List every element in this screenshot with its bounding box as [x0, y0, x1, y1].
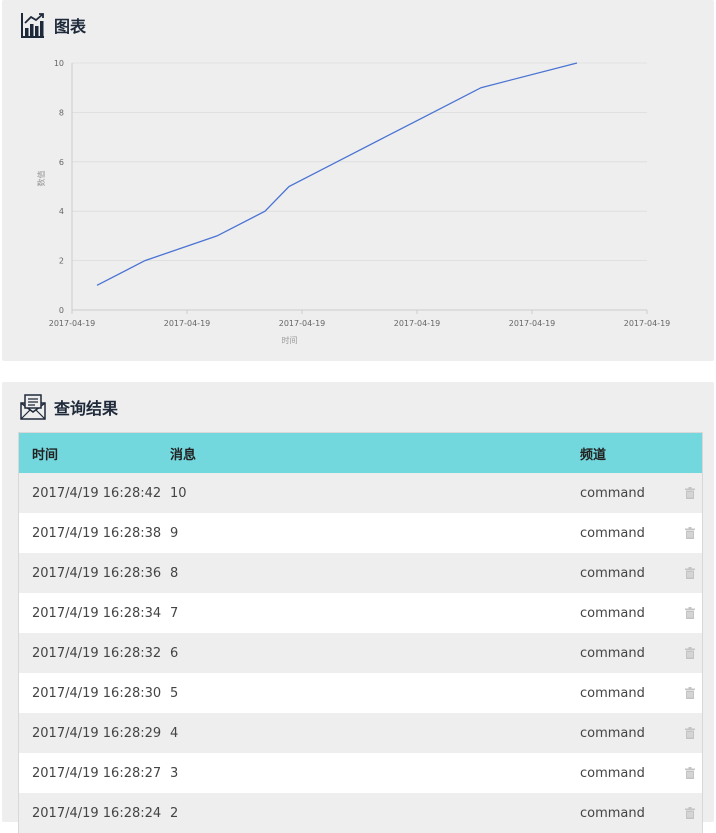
row-message: 3	[170, 765, 179, 781]
table-row: 2017/4/19 16:28:36 8 command	[19, 553, 702, 593]
row-message: 4	[170, 725, 179, 741]
delete-button[interactable]	[680, 527, 700, 539]
row-channel: command	[580, 565, 645, 581]
y-tick-label: 6	[59, 158, 64, 167]
delete-button[interactable]	[680, 487, 700, 499]
row-time: 2017/4/19 16:28:30	[32, 685, 162, 701]
line-chart: 0 2 4 6 8 10 2017-04-19 2017-04-19 2017-04-19 201…	[36, 59, 671, 345]
trash-icon	[685, 647, 695, 659]
x-tick-label: 2017-04-19	[49, 319, 96, 328]
trash-icon	[685, 807, 695, 819]
row-message: 8	[170, 565, 179, 581]
row-message: 6	[170, 645, 179, 661]
series-line	[96, 62, 578, 286]
table-row: 2017/4/19 16:28:24 2 command	[19, 793, 702, 833]
delete-button[interactable]	[680, 607, 700, 619]
row-channel: command	[580, 805, 645, 821]
delete-button[interactable]	[680, 647, 700, 659]
row-channel: command	[580, 645, 645, 661]
row-time: 2017/4/19 16:28:36	[32, 565, 162, 581]
row-time: 2017/4/19 16:28:38	[32, 525, 162, 541]
table-body: 2017/4/19 16:28:42 10 command 2017/4/19 16:…	[19, 473, 702, 833]
table-row: 2017/4/19 16:28:29 4 command	[19, 713, 702, 753]
delete-button[interactable]	[680, 727, 700, 739]
row-channel: command	[580, 525, 645, 541]
delete-button[interactable]	[680, 687, 700, 699]
trash-icon	[685, 687, 695, 699]
result-table: 时间 消息 频道 2017/4/19 16:28:42 10 command 2017…	[18, 432, 703, 833]
row-message: 7	[170, 605, 179, 621]
row-channel: command	[580, 685, 645, 701]
y-tick-label: 2	[59, 257, 64, 266]
row-channel: command	[580, 765, 645, 781]
x-tick-label: 2017-04-19	[624, 319, 671, 328]
row-time: 2017/4/19 16:28:27	[32, 765, 162, 781]
row-time: 2017/4/19 16:28:29	[32, 725, 162, 741]
x-tick-label: 2017-04-19	[279, 319, 326, 328]
row-time: 2017/4/19 16:28:42	[32, 485, 162, 501]
row-time: 2017/4/19 16:28:32	[32, 645, 162, 661]
result-panel: 查询结果 时间 消息 频道 2017/4/19 16:28:42 10 comman…	[2, 382, 714, 833]
row-message: 5	[170, 685, 179, 701]
y-tick-label: 10	[54, 59, 64, 68]
trash-icon	[685, 767, 695, 779]
row-channel: command	[580, 485, 645, 501]
table-row: 2017/4/19 16:28:38 9 command	[19, 513, 702, 553]
row-message: 9	[170, 525, 179, 541]
x-tick-label: 2017-04-19	[394, 319, 441, 328]
row-message: 2	[170, 805, 179, 821]
row-message: 10	[170, 485, 187, 501]
table-row: 2017/4/19 16:28:32 6 command	[19, 633, 702, 673]
result-panel-header: 查询结果	[20, 392, 118, 422]
trash-icon	[685, 727, 695, 739]
trash-icon	[685, 607, 695, 619]
table-row: 2017/4/19 16:28:42 10 command	[19, 473, 702, 513]
trash-icon	[685, 487, 695, 499]
column-header-message: 消息	[170, 447, 197, 463]
chart-panel: 图表 0 2 4 6 8 10 2017-04-19 2017-04-19 2017-04-19…	[2, 0, 714, 361]
x-axis-title: 时间	[282, 335, 298, 345]
y-tick-label: 0	[59, 306, 64, 315]
delete-button[interactable]	[680, 807, 700, 819]
table-row: 2017/4/19 16:28:34 7 command	[19, 593, 702, 633]
row-time: 2017/4/19 16:28:34	[32, 605, 162, 621]
x-tick-label: 2017-04-19	[164, 319, 211, 328]
table-row: 2017/4/19 16:28:30 5 command	[19, 673, 702, 713]
table-header: 时间 消息 频道	[19, 433, 702, 473]
row-channel: command	[580, 605, 645, 621]
delete-button[interactable]	[680, 767, 700, 779]
trash-icon	[685, 567, 695, 579]
y-axis-title: 数值	[36, 171, 46, 187]
y-tick-label: 8	[59, 108, 64, 117]
y-tick-label: 4	[59, 207, 64, 216]
result-panel-title: 查询结果	[54, 399, 119, 418]
column-header-time: 时间	[32, 447, 59, 463]
trash-icon	[685, 527, 695, 539]
column-header-channel: 频道	[580, 447, 607, 463]
mail-icon	[20, 394, 46, 420]
x-tick-label: 2017-04-19	[509, 319, 556, 328]
table-row: 2017/4/19 16:28:27 3 command	[19, 753, 702, 793]
row-channel: command	[580, 725, 645, 741]
row-time: 2017/4/19 16:28:24	[32, 805, 162, 821]
delete-button[interactable]	[680, 567, 700, 579]
